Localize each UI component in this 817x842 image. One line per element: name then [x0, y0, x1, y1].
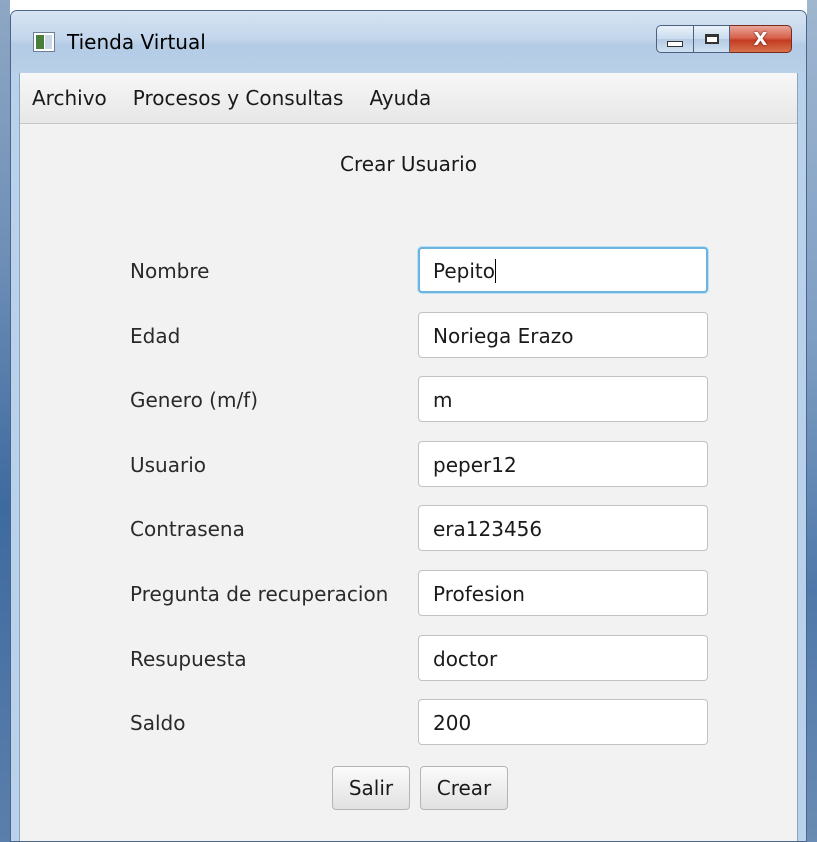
label-saldo: Saldo [130, 711, 186, 735]
contrasena-input[interactable]: era123456 [418, 505, 708, 551]
app-window: Tienda Virtual X Archivo Procesos y Cons… [10, 10, 807, 842]
form-title: Crear Usuario [340, 152, 477, 176]
maximize-icon [704, 34, 719, 44]
row-usuario: Usuario peper12 [20, 441, 797, 487]
close-button[interactable]: X [730, 25, 792, 53]
row-pregunta: Pregunta de recuperacion Profesion [20, 570, 797, 616]
label-pregunta-recuperacion: Pregunta de recuperacion [130, 582, 389, 606]
row-nombre: Nombre Pepito [20, 247, 797, 293]
label-genero: Genero (m/f) [130, 388, 259, 412]
label-usuario: Usuario [130, 453, 207, 477]
row-contrasena: Contrasena era123456 [20, 505, 797, 551]
minimize-button[interactable] [656, 25, 694, 53]
desktop-background-left [0, 0, 10, 842]
row-respuesta: Resupuesta doctor [20, 635, 797, 681]
menu-archivo[interactable]: Archivo [20, 86, 120, 110]
genero-input[interactable]: m [418, 376, 708, 422]
crear-button[interactable]: Crear [420, 766, 508, 810]
label-respuesta: Resupuesta [130, 647, 247, 671]
respuesta-input[interactable]: doctor [418, 635, 708, 681]
menu-bar: Archivo Procesos y Consultas Ayuda [20, 73, 797, 124]
caption-buttons: X [656, 25, 792, 55]
row-genero: Genero (m/f) m [20, 376, 797, 422]
row-saldo: Saldo 200 [20, 699, 797, 745]
title-bar[interactable]: Tienda Virtual X [11, 11, 806, 73]
label-nombre: Nombre [130, 259, 210, 283]
usuario-input[interactable]: peper12 [418, 441, 708, 487]
menu-procesos-y-consultas[interactable]: Procesos y Consultas [120, 86, 357, 110]
saldo-input[interactable]: 200 [418, 699, 708, 745]
close-icon: X [753, 28, 768, 50]
maximize-button[interactable] [694, 25, 730, 53]
text-caret [494, 259, 496, 283]
window-app-icon[interactable] [33, 32, 55, 52]
pregunta-recuperacion-input[interactable]: Profesion [418, 570, 708, 616]
label-edad: Edad [130, 324, 181, 348]
menu-ayuda[interactable]: Ayuda [356, 86, 444, 110]
salir-button[interactable]: Salir [332, 766, 410, 810]
nombre-value: Pepito [433, 259, 495, 283]
window-title: Tienda Virtual [67, 30, 206, 54]
window-client-area: Archivo Procesos y Consultas Ayuda Crear… [19, 73, 798, 841]
button-row: Salir Crear [20, 766, 797, 810]
desktop-background-right [807, 0, 817, 842]
minimize-icon [667, 41, 683, 47]
label-contrasena: Contrasena [130, 517, 245, 541]
row-edad: Edad Noriega Erazo [20, 312, 797, 358]
edad-input[interactable]: Noriega Erazo [418, 312, 708, 358]
nombre-input[interactable]: Pepito [418, 247, 708, 293]
